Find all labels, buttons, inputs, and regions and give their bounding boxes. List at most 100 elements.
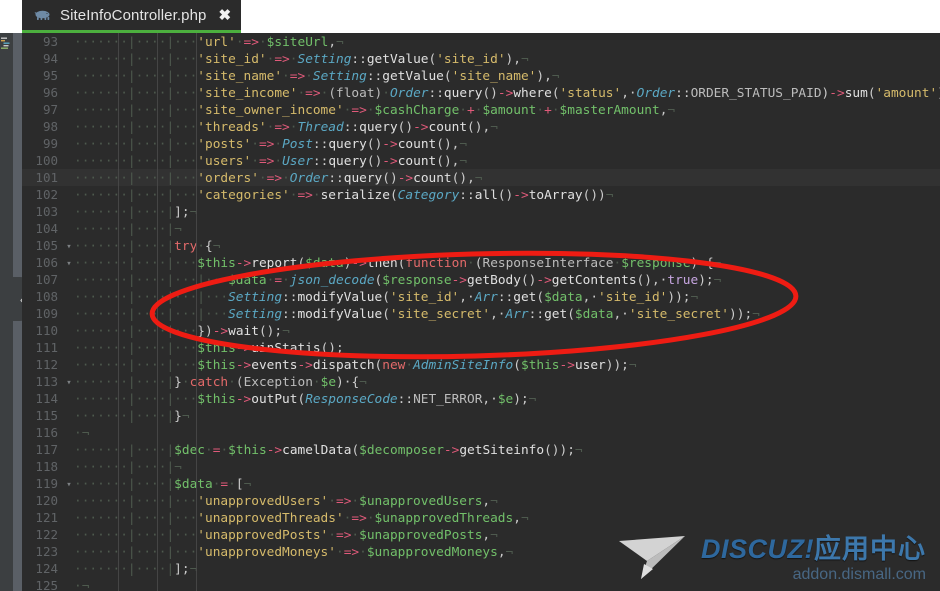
tab-siteinfocontroller[interactable]: SiteInfoController.php ✖ bbox=[22, 0, 242, 33]
line-number: 101 bbox=[35, 170, 58, 185]
code-text: ·······|····|···'site_id'·=>·Setting::ge… bbox=[74, 52, 529, 67]
watermark-url: addon.dismall.com bbox=[792, 566, 926, 583]
code-text: ·······|····|···'posts'·=>·Post::query()… bbox=[74, 137, 468, 152]
code-line[interactable]: 118 ·······|····|¬ bbox=[22, 458, 940, 475]
line-number: 115 bbox=[35, 408, 58, 423]
line-number: 104 bbox=[35, 221, 58, 236]
code-text: ·······|····|···'categories'·=>·serializ… bbox=[74, 188, 614, 203]
code-text: ·······|····|¬ bbox=[74, 222, 182, 237]
line-number: 117 bbox=[35, 442, 58, 457]
code-text: ·······|····|$data·=·[¬ bbox=[74, 477, 252, 492]
line-number: 108 bbox=[35, 289, 58, 304]
code-line[interactable]: 121 ·······|····|···'unapprovedThreads'·=… bbox=[22, 509, 940, 526]
line-number: 97 bbox=[42, 102, 58, 117]
line-number: 110 bbox=[35, 323, 58, 338]
line-number: 116 bbox=[35, 425, 58, 440]
line-number: 120 bbox=[35, 493, 58, 508]
line-number: 111 bbox=[35, 340, 58, 355]
code-line[interactable]: 115 ·······|····|}¬ bbox=[22, 407, 940, 424]
code-line[interactable]: 95 ·······|····|···'site_name'·=>·Setting… bbox=[22, 67, 940, 84]
code-text: ·······|····|···'site_owner_income'·=>·$… bbox=[74, 103, 676, 118]
code-text: ·······|····|···})->wait();¬ bbox=[74, 324, 290, 339]
code-line[interactable]: 105 ▾ ·······|····|try·{¬ bbox=[22, 237, 940, 254]
code-text: ·······|····|···|···Setting::modifyValue… bbox=[74, 307, 760, 322]
line-number: 99 bbox=[42, 136, 58, 151]
code-line[interactable]: 120 ·······|····|···'unapprovedUsers'·=>·… bbox=[22, 492, 940, 509]
code-line[interactable]: 113 ▾ ·······|····|}·catch·(Exception·$e)·… bbox=[22, 373, 940, 390]
code-line[interactable]: 93 ·······|····|···'url'·=>·$siteUrl,¬ bbox=[22, 33, 940, 50]
code-text: ·······|····|···'site_income'·=>·(float)… bbox=[74, 86, 940, 101]
watermark-brand-en: DISCUZ! bbox=[701, 534, 814, 564]
code-text: ·¬ bbox=[74, 579, 90, 591]
code-line[interactable]: 110 ·······|····|···})->wait();¬ bbox=[22, 322, 940, 339]
code-line[interactable]: 109 ·······|····|···|···Setting::modifyVa… bbox=[22, 305, 940, 322]
discuz-watermark: DISCUZ!应用中心 addon.dismall.com bbox=[617, 531, 926, 583]
code-text: ·······|····|···$this->uinStatis(); bbox=[74, 341, 344, 356]
code-line[interactable]: 119 ▾ ·······|····|$data·=·[¬ bbox=[22, 475, 940, 492]
line-number: 106 bbox=[35, 255, 58, 270]
php-elephant-icon bbox=[34, 10, 50, 20]
code-line[interactable]: 116 ·¬ bbox=[22, 424, 940, 441]
line-number: 118 bbox=[35, 459, 58, 474]
code-line[interactable]: 111 ·······|····|···$this->uinStatis(); bbox=[22, 339, 940, 356]
code-line[interactable]: 112 ·······|····|···$this->events->dispat… bbox=[22, 356, 940, 373]
line-number: 119 bbox=[35, 476, 58, 491]
line-number: 113 bbox=[35, 374, 58, 389]
code-text: ·······|····|];¬ bbox=[74, 205, 198, 220]
code-text: ·······|····|···'unapprovedMoneys'·=>·$u… bbox=[74, 545, 514, 560]
line-number: 102 bbox=[35, 187, 58, 202]
code-text: ·······|····|$dec·=·$this->camelData($de… bbox=[74, 443, 583, 458]
line-number: 98 bbox=[42, 119, 58, 134]
line-number: 121 bbox=[35, 510, 58, 525]
code-line[interactable]: 107 ·······|····|···|···$data·=·json_deco… bbox=[22, 271, 940, 288]
code-text: ·······|····|···$this->events->dispatch(… bbox=[74, 358, 637, 373]
code-text: ·······|····|}¬ bbox=[74, 409, 190, 424]
code-line[interactable]: 108 ·······|····|···|···Setting::modifyVa… bbox=[22, 288, 940, 305]
tab-title: SiteInfoController.php bbox=[60, 6, 207, 24]
line-number: 103 bbox=[35, 204, 58, 219]
close-icon[interactable]: ✖ bbox=[218, 8, 231, 23]
code-text: ·······|····|···$this->outPut(ResponseCo… bbox=[74, 392, 537, 407]
code-line[interactable]: 97 ·······|····|···'site_owner_income'·=>… bbox=[22, 101, 940, 118]
code-line[interactable]: 104 ·······|····|¬ bbox=[22, 220, 940, 237]
line-number: 107 bbox=[35, 272, 58, 287]
line-number: 125 bbox=[35, 578, 58, 591]
code-line[interactable]: 102 ·······|····|···'categories'·=>·seria… bbox=[22, 186, 940, 203]
code-text: ·······|····|try·{¬ bbox=[74, 239, 221, 254]
code-line[interactable]: 100 ·······|····|···'users'·=>·User::quer… bbox=[22, 152, 940, 169]
line-number: 105 bbox=[35, 238, 58, 253]
line-number: 122 bbox=[35, 527, 58, 542]
line-number: 109 bbox=[35, 306, 58, 321]
editor-window: SiteInfoController.php ✖ ‹ 93·······|···… bbox=[0, 0, 940, 591]
code-line[interactable]: 98 ·······|····|···'threads'·=>·Thread::q… bbox=[22, 118, 940, 135]
code-line[interactable]: 101 ·······|····|···'orders'·=>·Order::qu… bbox=[22, 169, 940, 186]
code-editor[interactable]: ‹ 93·······|····|···'url'·=>·$siteUrl,¬9… bbox=[0, 33, 940, 591]
code-line[interactable]: 114 ·······|····|···$this->outPut(Respons… bbox=[22, 390, 940, 407]
code-line[interactable]: 99 ·······|····|···'posts'·=>·Post::query… bbox=[22, 135, 940, 152]
code-text: ·¬ bbox=[74, 426, 90, 441]
line-number: 100 bbox=[35, 153, 58, 168]
code-canvas[interactable]: 93 ·······|····|···'url'·=>·$siteUrl,¬ 94 ·… bbox=[22, 33, 940, 591]
watermark-brand: DISCUZ!应用中心 bbox=[701, 536, 926, 563]
code-text: ·······|····|}·catch·(Exception·$e)·{¬ bbox=[74, 375, 367, 390]
code-text: ·······|····|···'url'·=>·$siteUrl,¬ bbox=[74, 35, 344, 50]
line-number: 123 bbox=[35, 544, 58, 559]
code-text: ·······|····|¬ bbox=[74, 460, 182, 475]
code-text: ·······|····|···|···Setting::modifyValue… bbox=[74, 290, 699, 305]
code-text: ·······|····|···'site_name'·=>·Setting::… bbox=[74, 69, 560, 84]
line-number: 94 bbox=[42, 51, 58, 66]
code-text: ·······|····|···'orders'·=>·Order::query… bbox=[74, 171, 483, 186]
structure-icon bbox=[1, 37, 10, 49]
code-line[interactable]: 117 ·······|····|$dec·=·$this->camelData(… bbox=[22, 441, 940, 458]
code-text: ·······|····|···'users'·=>·User::query()… bbox=[74, 154, 468, 169]
line-number: 124 bbox=[35, 561, 58, 576]
code-text: ·······|····|···'threads'·=>·Thread::que… bbox=[74, 120, 498, 135]
code-line[interactable]: 103 ·······|····|];¬ bbox=[22, 203, 940, 220]
line-number: 112 bbox=[35, 357, 58, 372]
code-line[interactable]: 94 ·······|····|···'site_id'·=>·Setting::… bbox=[22, 50, 940, 67]
code-line[interactable]: 96 ·······|····|···'site_income'·=>·(floa… bbox=[22, 84, 940, 101]
paper-plane-icon bbox=[619, 536, 685, 579]
code-line[interactable]: 106 ▾ ·······|····|···$this->report($data)… bbox=[22, 254, 940, 271]
code-text: ·······|····|···'unapprovedUsers'·=>·$un… bbox=[74, 494, 498, 509]
code-text: ·······|····|];¬ bbox=[74, 562, 198, 577]
